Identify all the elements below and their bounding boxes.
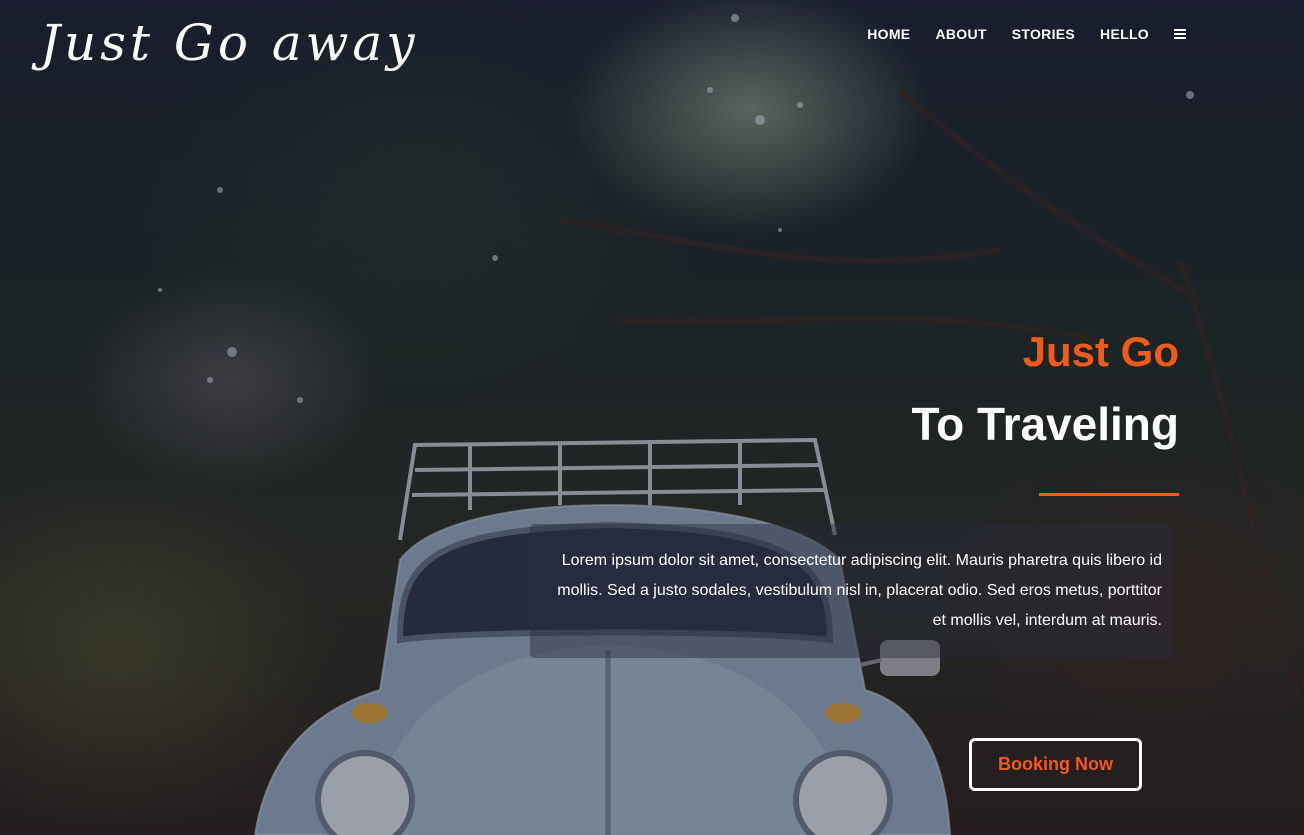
nav-item-home[interactable]: HOME [867,26,910,42]
title-divider [1039,493,1179,496]
hero-description-box: Lorem ipsum dolor sit amet, consectetur … [530,524,1172,658]
hamburger-menu-icon[interactable] [1174,29,1186,39]
site-logo[interactable]: Just Go away [40,14,419,72]
booking-now-button[interactable]: Booking Now [969,738,1142,791]
hero-title: To Traveling [911,398,1179,450]
hero-title-accent: Just Go [1022,328,1179,375]
nav-item-stories[interactable]: STORIES [1012,26,1075,42]
nav-item-hello[interactable]: HELLO [1100,26,1149,42]
main-nav: HOME ABOUT STORIES HELLO [867,26,1186,42]
nav-item-about[interactable]: ABOUT [935,26,986,42]
hero-description: Lorem ipsum dolor sit amet, consectetur … [557,552,1162,629]
